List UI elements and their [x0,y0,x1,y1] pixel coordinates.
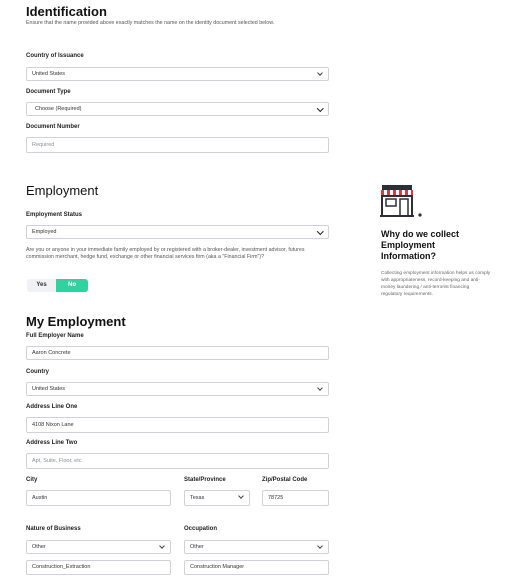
document-type-select[interactable]: Choose (Required) [26,102,329,116]
city-value: Austin [32,495,48,501]
identification-description: Ensure that the name provided above exac… [26,20,275,26]
financial-firm-question: Are you or anyone in your immediate fami… [26,247,305,261]
full-employer-name-input[interactable]: Aaron Concrete [26,346,329,360]
city-input[interactable]: Austin [26,490,171,506]
address-line-two-input[interactable]: Apt, Suite, Floor, etc. [26,453,329,469]
zip-postal-code-label: Zip/Postal Code [262,477,308,483]
full-employer-name-label: Full Employer Name [26,333,84,339]
document-type-label: Document Type [26,89,71,95]
occupation-value: Other [190,544,204,550]
nature-of-business-select[interactable]: Other [26,540,171,554]
state-province-value: Texas [190,495,205,501]
country-of-issuance-label: Country of Issuance [26,53,84,59]
country-of-issuance-select[interactable]: United States [26,67,329,81]
employment-status-value: Employed [32,229,57,235]
nature-of-business-value: Other [32,544,46,550]
document-type-value: Choose (Required) [35,106,82,112]
country-value: United States [32,386,66,392]
occupation-other-value: Construction Manager [190,564,245,570]
storefront-icon [380,183,424,219]
state-province-select[interactable]: Texas [184,490,250,506]
country-select[interactable]: United States [26,382,329,396]
address-line-one-label: Address Line One [26,404,78,410]
document-number-input[interactable]: Required [26,137,329,153]
employment-status-select[interactable]: Employed [26,225,329,239]
city-label: City [26,477,38,483]
full-employer-name-value: Aaron Concrete [32,350,71,356]
my-employment-title: My Employment [26,314,126,329]
state-province-label: State/Province [184,477,226,483]
address-line-two-placeholder: Apt, Suite, Floor, etc. [32,458,84,464]
document-number-placeholder: Required [32,142,55,148]
country-label: Country [26,369,49,375]
zip-postal-code-input[interactable]: 78725 [262,490,329,506]
address-line-one-value: 4108 Nixon Lane [32,422,74,428]
employment-status-label: Employment Status [26,212,83,218]
sidebar-title: Why do we collect Employment Information… [381,229,460,261]
nature-of-business-other-value: Construction_Extraction [32,564,91,570]
occupation-select[interactable]: Other [184,540,329,554]
no-toggle-button[interactable]: No [56,279,88,292]
address-line-two-label: Address Line Two [26,440,78,446]
occupation-label: Occupation [184,526,218,532]
address-line-one-input[interactable]: 4108 Nixon Lane [26,417,329,433]
zip-postal-code-value: 78725 [268,495,284,501]
sidebar-text: Collecting employment information helps … [381,271,491,297]
country-of-issuance-value: United States [32,71,66,77]
yes-toggle-button[interactable]: Yes [27,279,56,292]
nature-of-business-other-input[interactable]: Construction_Extraction [26,560,171,575]
document-number-label: Document Number [26,124,80,130]
nature-of-business-label: Nature of Business [26,526,81,532]
employment-title: Employment [26,183,99,198]
occupation-other-input[interactable]: Construction Manager [184,560,329,575]
identification-title: Identification [26,4,107,19]
